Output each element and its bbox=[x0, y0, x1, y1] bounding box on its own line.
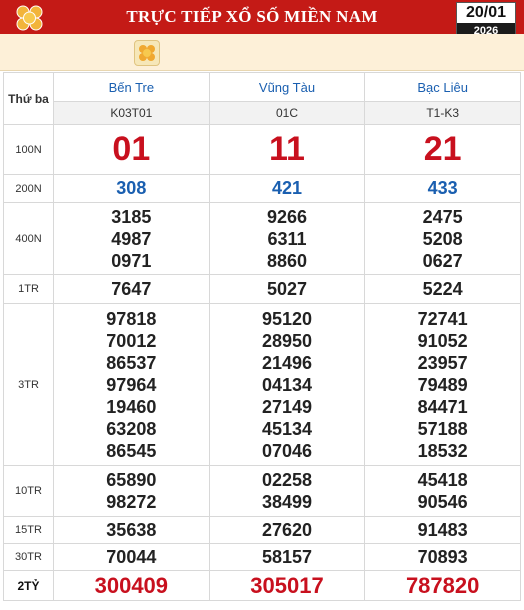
prize-number: 98272 bbox=[106, 492, 157, 512]
province-name[interactable]: Bến Tre bbox=[53, 72, 210, 102]
prize-label: 30TR bbox=[3, 543, 54, 571]
prize-number: 91052 bbox=[417, 330, 468, 351]
prize-number: 91483 bbox=[364, 516, 521, 544]
prize-label: 15TR bbox=[3, 516, 54, 544]
prize-number: 86545 bbox=[106, 440, 157, 461]
prize-row-g7: 200N 308 421 433 bbox=[3, 174, 521, 203]
prize-row-g6: 400N 3185 4987 0971 9266 6311 8860 2475 … bbox=[3, 202, 521, 275]
prize-number: 5027 bbox=[208, 274, 366, 304]
prize-number: 70893 bbox=[364, 543, 521, 571]
prize-number: 7647 bbox=[53, 274, 210, 304]
prize-number: 07046 bbox=[261, 440, 313, 461]
prize-number: 27149 bbox=[261, 396, 313, 417]
prize-number: 9266 bbox=[266, 206, 307, 227]
prize-number: 21496 bbox=[261, 352, 313, 373]
prize-number: 787820 bbox=[364, 570, 521, 601]
prize-cell: 02258 38499 bbox=[208, 465, 366, 517]
prize-number: 6311 bbox=[267, 228, 307, 249]
prize-number: 97818 bbox=[106, 308, 157, 329]
prize-label: 1TR bbox=[3, 274, 54, 304]
prize-label: 10TR bbox=[3, 465, 54, 517]
prize-row-special: 2TỶ 300409 305017 787820 bbox=[3, 570, 521, 601]
prize-cell: 3185 4987 0971 bbox=[53, 202, 210, 275]
prize-number: 19460 bbox=[106, 396, 157, 417]
prize-number: 38499 bbox=[261, 492, 313, 512]
prize-label: 3TR bbox=[3, 303, 54, 466]
prize-row-g4: 3TR 97818 70012 86537 97964 19460 63208 … bbox=[3, 303, 521, 466]
prize-label: 200N bbox=[3, 174, 54, 203]
prize-number: 11 bbox=[208, 124, 366, 175]
prize-number: 79489 bbox=[417, 374, 468, 395]
results-table: Thứ ba Bến Tre Vũng Tàu Bạc Liêu K03T01 … bbox=[3, 72, 521, 601]
prize-number: 63208 bbox=[106, 418, 157, 439]
prize-number: 70044 bbox=[53, 543, 210, 571]
date-day-month: 20/01 bbox=[457, 3, 515, 23]
prize-label: 2TỶ bbox=[3, 570, 54, 601]
header-banner: TRỰC TIẾP XỔ SỐ MIỀN NAM 20/01 2026 bbox=[0, 0, 524, 40]
prize-number: 70012 bbox=[106, 330, 157, 351]
prize-number: 45418 bbox=[417, 470, 468, 490]
province-name[interactable]: Vũng Tàu bbox=[208, 72, 366, 102]
prize-number: 308 bbox=[53, 174, 210, 203]
prize-number: 4987 bbox=[111, 228, 152, 249]
prize-number: 04134 bbox=[261, 374, 313, 395]
prize-cell: 95120 28950 21496 04134 27149 45134 0704… bbox=[208, 303, 366, 466]
prize-number: 433 bbox=[364, 174, 521, 203]
prize-cell: 72741 91052 23957 79489 84471 57188 1853… bbox=[364, 303, 521, 466]
lottery-balls-small-icon bbox=[139, 45, 155, 61]
prize-number: 97964 bbox=[106, 374, 157, 395]
prize-number: 21 bbox=[364, 124, 521, 175]
prize-cell: 2475 5208 0627 bbox=[364, 202, 521, 275]
weekday-label: Thứ ba bbox=[3, 72, 54, 125]
prize-number: 0627 bbox=[422, 250, 463, 271]
lottery-balls-icon bbox=[16, 5, 43, 31]
prize-number: 84471 bbox=[417, 396, 468, 417]
prize-number: 58157 bbox=[208, 543, 366, 571]
prize-number: 86537 bbox=[106, 352, 157, 373]
prize-number: 28950 bbox=[261, 330, 313, 351]
prize-row-g2: 15TR 35638 27620 91483 bbox=[3, 516, 521, 544]
prize-number: 72741 bbox=[417, 308, 468, 329]
prize-number: 45134 bbox=[261, 418, 313, 439]
prize-number: 2475 bbox=[422, 206, 463, 227]
sub-toolbar bbox=[0, 34, 524, 71]
prize-number: 23957 bbox=[417, 352, 468, 373]
prize-number: 300409 bbox=[53, 570, 210, 601]
prize-number: 35638 bbox=[53, 516, 210, 544]
province-code: 01C bbox=[208, 101, 366, 125]
prize-number: 02258 bbox=[261, 470, 313, 490]
prize-row-g1: 30TR 70044 58157 70893 bbox=[3, 543, 521, 571]
prize-label: 400N bbox=[3, 202, 54, 275]
prize-number: 90546 bbox=[417, 492, 468, 512]
prize-number: 57188 bbox=[417, 418, 468, 439]
prize-cell: 45418 90546 bbox=[364, 465, 521, 517]
province-code: T1-K3 bbox=[364, 101, 521, 125]
prize-row-g5: 1TR 7647 5027 5224 bbox=[3, 274, 521, 304]
prize-label: 100N bbox=[3, 124, 54, 175]
prize-cell: 9266 6311 8860 bbox=[208, 202, 366, 275]
prize-number: 8860 bbox=[266, 250, 307, 271]
prize-number: 3185 bbox=[111, 206, 152, 227]
prize-row-g8: 100N 01 11 21 bbox=[3, 124, 521, 175]
prize-number: 5224 bbox=[364, 274, 521, 304]
prize-row-g3: 10TR 65890 98272 02258 38499 45418 90546 bbox=[3, 465, 521, 517]
prize-number: 0971 bbox=[111, 250, 152, 271]
prize-number: 95120 bbox=[261, 308, 313, 329]
page-title: TRỰC TIẾP XỔ SỐ MIỀN NAM bbox=[126, 7, 378, 26]
prize-number: 421 bbox=[208, 174, 366, 203]
prize-number: 18532 bbox=[417, 440, 468, 461]
prize-number: 305017 bbox=[208, 570, 366, 601]
prize-number: 01 bbox=[53, 124, 210, 175]
prize-cell: 97818 70012 86537 97964 19460 63208 8654… bbox=[53, 303, 210, 466]
prize-number: 5208 bbox=[422, 228, 463, 249]
lottery-icon-button[interactable] bbox=[134, 40, 160, 66]
prize-number: 27620 bbox=[208, 516, 366, 544]
prize-number: 65890 bbox=[106, 470, 157, 490]
prize-cell: 65890 98272 bbox=[53, 465, 210, 517]
province-name[interactable]: Bạc Liêu bbox=[364, 72, 521, 102]
province-code: K03T01 bbox=[53, 101, 210, 125]
